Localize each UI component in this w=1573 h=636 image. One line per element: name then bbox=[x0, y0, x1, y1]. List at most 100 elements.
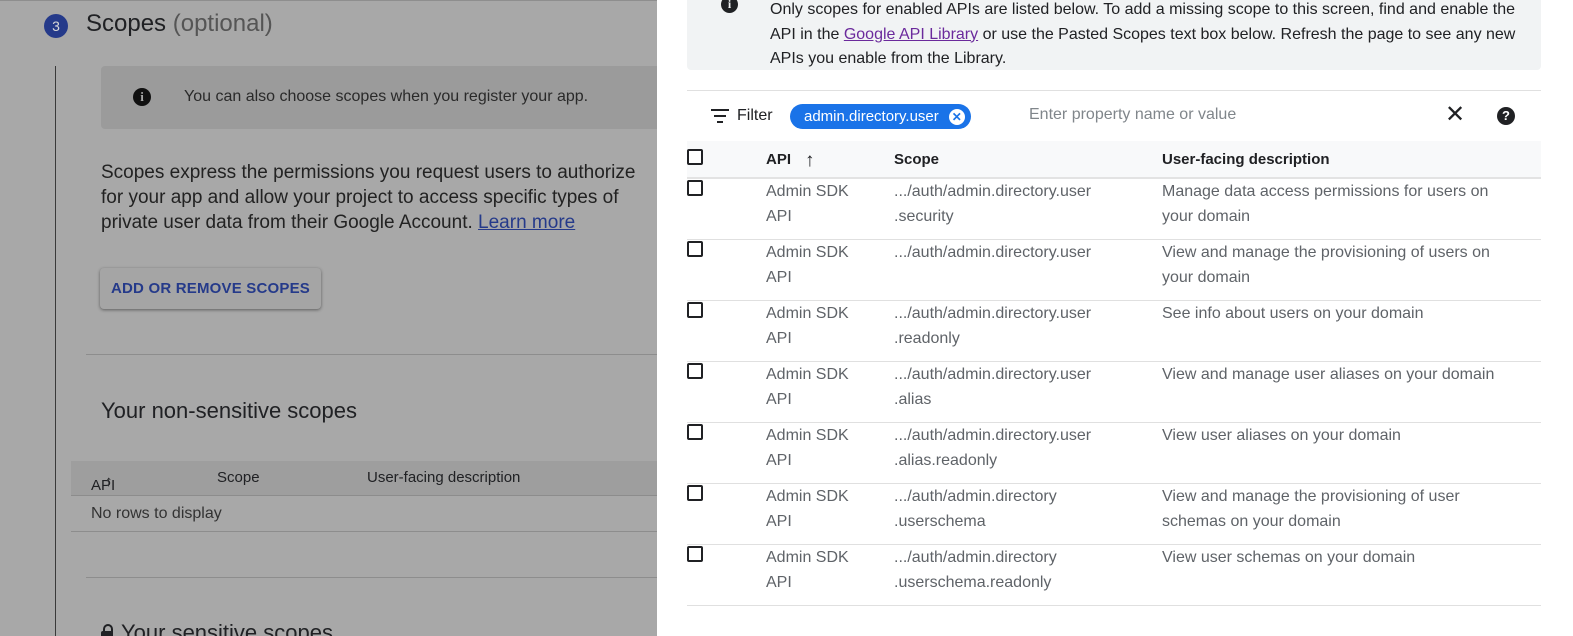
background-page: 3 Scopes (optional) i You can also choos… bbox=[0, 0, 657, 636]
filter-chip-label: admin.directory.user bbox=[804, 108, 939, 125]
select-all-checkbox[interactable] bbox=[687, 149, 703, 165]
step-title-text: Scopes bbox=[86, 10, 167, 37]
non-sensitive-table-header: API ↑ Scope User-facing description bbox=[71, 461, 657, 496]
api-cell: Admin SDK API bbox=[766, 362, 894, 423]
row-checkbox[interactable] bbox=[687, 363, 703, 379]
row-checkbox[interactable] bbox=[687, 302, 703, 318]
row-checkbox[interactable] bbox=[687, 546, 703, 562]
row-checkbox[interactable] bbox=[687, 180, 703, 196]
table-row[interactable]: Admin SDK API.../auth/admin.directory .us… bbox=[687, 484, 1541, 545]
user-facing-description: View user aliases on your domain bbox=[1162, 427, 1401, 444]
info-box: i You can also choose scopes when you re… bbox=[101, 66, 657, 129]
api-cell: Admin SDK API bbox=[766, 178, 894, 240]
top-divider bbox=[0, 0, 657, 1]
header-scope[interactable]: Scope bbox=[894, 141, 1162, 178]
filter-input[interactable] bbox=[1027, 105, 1451, 125]
sort-ascending-icon: ↑ bbox=[805, 149, 815, 171]
filter-bar: Filter admin.directory.user ✕ ✕ ? bbox=[687, 90, 1541, 143]
filter-label[interactable]: Filter bbox=[737, 107, 773, 125]
table-row[interactable]: Admin SDK API .../auth/admin.directory.us… bbox=[687, 178, 1541, 240]
scope-line-1: .../auth/admin.directory.user bbox=[894, 183, 1092, 200]
non-sensitive-scopes-title: Your non-sensitive scopes bbox=[101, 398, 358, 423]
update-scopes-panel: i Only scopes for enabled APIs are liste… bbox=[657, 0, 1573, 636]
user-facing-description: View and manage the provisioning of user… bbox=[1162, 488, 1460, 530]
divider bbox=[86, 354, 657, 355]
api-name: Admin SDK API bbox=[766, 244, 849, 286]
header-description[interactable]: User-facing description bbox=[1162, 141, 1541, 178]
api-name: Admin SDK API bbox=[766, 305, 849, 347]
lock-icon bbox=[101, 624, 113, 636]
description-cell: View user aliases on your domain bbox=[1162, 423, 1541, 484]
table-row[interactable]: Admin SDK API .../auth/admin.directory.us… bbox=[687, 362, 1541, 423]
row-select-cell bbox=[687, 178, 766, 240]
api-cell: Admin SDK API bbox=[766, 301, 894, 362]
scope-line-1: .../auth/admin.directory bbox=[894, 488, 1057, 505]
scope-line-1: .../auth/admin.directory.user bbox=[894, 305, 1092, 322]
divider bbox=[86, 577, 657, 578]
scope-cell: .../auth/admin.directory .userschema.read… bbox=[894, 545, 1162, 606]
header-description[interactable]: User-facing description bbox=[367, 469, 520, 486]
scope-line-2: .userschema bbox=[894, 513, 986, 530]
row-select-cell bbox=[687, 362, 766, 423]
scopes-table: API ↑ Scope User-facing description Admin… bbox=[687, 141, 1541, 606]
scope-line-2: .security bbox=[894, 208, 954, 225]
no-rows-message: No rows to display bbox=[91, 505, 222, 522]
api-name: Admin SDK API bbox=[766, 183, 849, 225]
api-name: Admin SDK API bbox=[766, 366, 849, 408]
filter-chip[interactable]: admin.directory.user ✕ bbox=[790, 104, 971, 129]
step-optional-text: (optional) bbox=[172, 10, 273, 37]
row-checkbox[interactable] bbox=[687, 424, 703, 440]
table-header-row: API ↑ Scope User-facing description bbox=[687, 141, 1541, 178]
user-facing-description: See info about users on your domain bbox=[1162, 305, 1424, 322]
user-facing-description: View and manage the provisioning of user… bbox=[1162, 244, 1490, 286]
api-name: Admin SDK API bbox=[766, 549, 849, 591]
table-row[interactable]: Admin SDK API .../auth/admin.directory.us… bbox=[687, 423, 1541, 484]
scopes-description: Scopes express the permissions you reque… bbox=[101, 160, 657, 235]
row-select-cell bbox=[687, 240, 766, 301]
description-cell: View and manage the provisioning of user… bbox=[1162, 240, 1541, 301]
remove-chip-icon[interactable]: ✕ bbox=[948, 109, 965, 125]
scope-line-1: .../auth/admin.directory.user bbox=[894, 427, 1092, 444]
scope-line-1: .../auth/admin.directory bbox=[894, 549, 1057, 566]
step-number-badge: 3 bbox=[44, 14, 68, 38]
header-scope[interactable]: Scope bbox=[217, 469, 260, 486]
header-api[interactable]: API ↑ bbox=[766, 141, 894, 178]
user-facing-description: Manage data access permissions for users… bbox=[1162, 183, 1489, 225]
table-row[interactable]: Admin SDK API .../auth/admin.directory.us… bbox=[687, 301, 1541, 362]
table-row[interactable]: Admin SDK API .../auth/admin.directory .us… bbox=[687, 545, 1541, 606]
description-cell: View and manage user aliases on your dom… bbox=[1162, 362, 1541, 423]
api-name: Admin SDK API bbox=[766, 427, 849, 469]
row-select-cell bbox=[687, 545, 766, 606]
help-icon[interactable]: ? bbox=[1497, 107, 1515, 125]
description-cell: View and manage the provisioning of user… bbox=[1162, 484, 1541, 545]
sort-ascending-icon: ↑ bbox=[105, 473, 113, 490]
scope-line-2: .userschema.readonly bbox=[894, 574, 1052, 591]
sensitive-scopes-title: Your sensitive scopes bbox=[101, 620, 333, 636]
scope-line-1: .../auth/admin.directory.user bbox=[894, 366, 1092, 383]
step-title: Scopes (optional) bbox=[86, 10, 273, 38]
info-text: You can also choose scopes when you regi… bbox=[184, 88, 589, 105]
filter-icon[interactable] bbox=[711, 109, 729, 123]
scope-line-2: .readonly bbox=[894, 330, 960, 347]
scope-line-2: .alias.readonly bbox=[894, 452, 998, 469]
row-checkbox[interactable] bbox=[687, 241, 703, 257]
user-facing-description: View user schemas on your domain bbox=[1162, 549, 1416, 566]
api-cell: Admin SDK API bbox=[766, 240, 894, 301]
description-cell: See info about users on your domain bbox=[1162, 301, 1541, 362]
clear-filter-icon[interactable]: ✕ bbox=[1443, 103, 1467, 127]
google-api-library-link[interactable]: Google API Library bbox=[844, 26, 978, 43]
learn-more-link[interactable]: Learn more bbox=[478, 212, 575, 233]
user-facing-description: View and manage user aliases on your dom… bbox=[1162, 366, 1495, 383]
scope-cell: .../auth/admin.directory.user .readonly bbox=[894, 301, 1162, 362]
header-api-label: API bbox=[766, 150, 792, 168]
table-row[interactable]: Admin SDK API.../auth/admin.directory.us… bbox=[687, 240, 1541, 301]
row-select-cell bbox=[687, 484, 766, 545]
row-checkbox[interactable] bbox=[687, 485, 703, 501]
info-icon: i bbox=[133, 88, 151, 106]
notice-text: Only scopes for enabled APIs are listed … bbox=[770, 0, 1530, 72]
scope-line-2: .alias bbox=[894, 391, 932, 408]
header-select-all bbox=[687, 141, 766, 178]
api-cell: Admin SDK API bbox=[766, 423, 894, 484]
api-cell: Admin SDK API bbox=[766, 484, 894, 545]
add-remove-scopes-button[interactable]: ADD OR REMOVE SCOPES bbox=[100, 268, 321, 309]
